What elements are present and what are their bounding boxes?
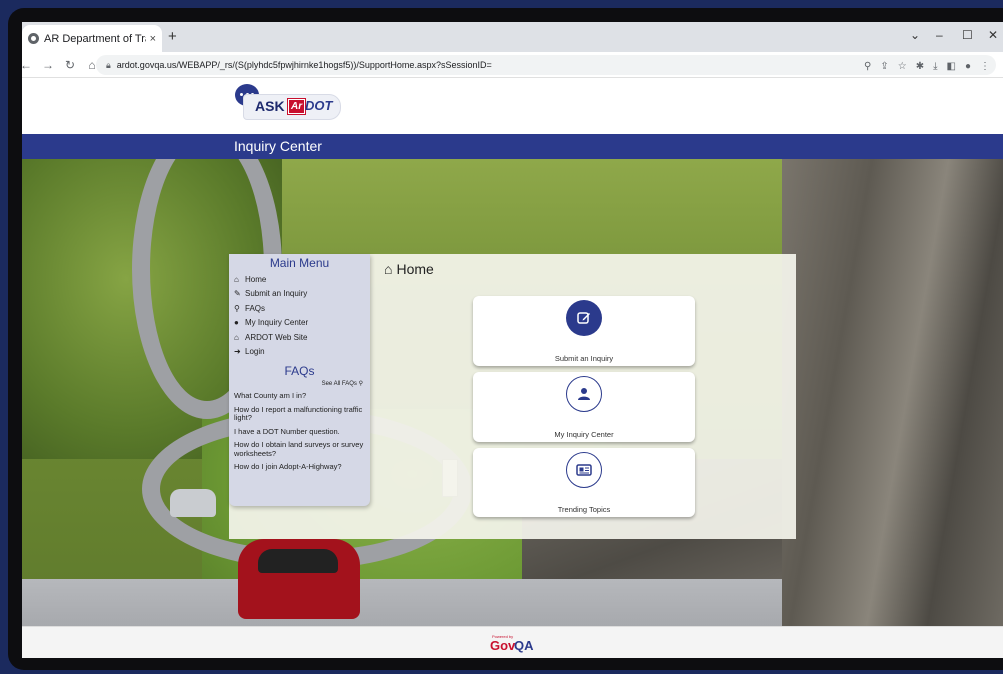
- user-icon: [566, 376, 602, 412]
- title-bar: Inquiry Center: [22, 134, 1003, 159]
- home-icon: ⌂: [234, 275, 239, 284]
- menu-item-login[interactable]: ➜ Login: [229, 345, 370, 359]
- zoom-icon[interactable]: ⚲: [864, 61, 871, 72]
- maximize-button[interactable]: ☐: [962, 28, 973, 42]
- faq-link[interactable]: How do I obtain land surveys or survey w…: [229, 441, 370, 458]
- menu-item-my-inquiry-center[interactable]: ● My Inquiry Center: [229, 316, 370, 330]
- menu-item-submit-inquiry[interactable]: ✎ Submit an Inquiry: [229, 287, 370, 301]
- address-bar[interactable]: 🔒︎ ardot.govqa.us/WEBAPP/_rs/(S(plyhdc5f…: [96, 55, 996, 75]
- tab-strip: AR Department of Transp × + ⌄ – ☐ ✕: [22, 22, 1003, 52]
- close-window-button[interactable]: ✕: [988, 28, 998, 42]
- edit-icon: [566, 300, 602, 336]
- ask-ardot-logo[interactable]: ASK Ar DOT: [235, 84, 345, 124]
- govqa-qa-text: QA: [514, 638, 534, 653]
- minimize-button[interactable]: –: [936, 28, 943, 42]
- share-icon[interactable]: ⇪: [880, 61, 888, 72]
- trending-topics-card[interactable]: Trending Topics: [473, 448, 695, 517]
- browser-toolbar: ← → ↻ ⌂ 🔒︎ ardot.govqa.us/WEBAPP/_rs/(S(…: [22, 52, 1003, 78]
- search-icon: ⚲: [234, 303, 240, 313]
- red-car: [238, 539, 360, 619]
- tab-title: AR Department of Transp: [44, 32, 146, 45]
- landscape-background-image: Main Menu ⌂ Home ✎ Submit an Inquiry ⚲ FAQs…: [22, 159, 1003, 626]
- faqs-heading: FAQs: [284, 364, 315, 379]
- menu-kebab-icon[interactable]: ⋮: [980, 61, 990, 72]
- sign-in-icon: ➜: [234, 346, 241, 356]
- user-icon: ●: [234, 318, 239, 328]
- logo-ask-text: ASK: [255, 98, 285, 114]
- forward-icon[interactable]: →: [40, 58, 56, 72]
- logo-dot-text: DOT: [305, 98, 333, 113]
- bookmark-star-icon[interactable]: ☆: [898, 61, 907, 72]
- faq-link[interactable]: I have a DOT Number question.: [229, 427, 370, 437]
- lock-icon: 🔒︎: [106, 59, 111, 70]
- side-panel-icon[interactable]: ◧: [947, 61, 956, 72]
- profile-icon[interactable]: ●: [965, 61, 971, 72]
- faq-link[interactable]: How do I join Adopt-A-Highway?: [229, 463, 370, 472]
- search-icon: ⚲: [358, 381, 363, 388]
- govqa-gov-text: Gov: [490, 638, 516, 653]
- faq-link[interactable]: What County am I in?: [229, 392, 370, 401]
- my-inquiry-center-card[interactable]: My Inquiry Center: [473, 372, 695, 442]
- newspaper-icon: [566, 452, 602, 488]
- silver-car: [170, 489, 216, 517]
- site-header: ASK Ar DOT: [22, 78, 1003, 134]
- back-icon[interactable]: ←: [22, 58, 34, 72]
- tab-close-icon[interactable]: ×: [150, 33, 156, 45]
- address-bar-actions: ⚲ ⇪ ☆ ✱ ⤓ ◧ ● ⋮: [864, 61, 990, 72]
- card-label: My Inquiry Center: [554, 430, 614, 439]
- see-all-faqs-link[interactable]: See All FAQs ⚲: [229, 380, 370, 387]
- menu-item-home[interactable]: ⌂ Home: [229, 273, 370, 287]
- url-text: ardot.govqa.us/WEBAPP/_rs/(S(plyhdc5fpwj…: [116, 60, 492, 70]
- faq-link[interactable]: How do I report a malfunctioning traffic…: [229, 405, 370, 423]
- home-title: ⌂ Home: [384, 261, 434, 277]
- browser-tab[interactable]: AR Department of Transp ×: [22, 25, 162, 52]
- extensions-icon[interactable]: ✱: [916, 61, 924, 72]
- browser-window: AR Department of Transp × + ⌄ – ☐ ✕ ← → …: [22, 22, 1003, 658]
- download-icon[interactable]: ⤓: [933, 61, 937, 72]
- card-label: Trending Topics: [557, 505, 611, 514]
- logo-ar-text: Ar: [286, 98, 307, 115]
- reload-icon[interactable]: ↻: [62, 58, 78, 72]
- tab-search-button[interactable]: ⌄: [910, 28, 920, 42]
- main-menu-title: Main Menu: [269, 256, 330, 270]
- edit-icon: ✎: [234, 289, 241, 299]
- home-icon: ⌂: [234, 332, 239, 342]
- content-panel: Main Menu ⌂ Home ✎ Submit an Inquiry ⚲ FAQs…: [229, 254, 796, 539]
- page-heading: Inquiry Center: [234, 138, 322, 154]
- menu-item-ardot-web-site[interactable]: ⌂ ARDOT Web Site: [229, 331, 370, 345]
- menu-item-faqs[interactable]: ⚲ FAQs: [229, 302, 370, 316]
- card-label: Submit an Inquiry: [554, 354, 614, 363]
- page-footer: Powered by Gov QA: [22, 626, 1003, 658]
- submit-inquiry-card[interactable]: Submit an Inquiry: [473, 296, 695, 366]
- web-page: ASK Ar DOT Inquiry Center Main Menu ⌂ Ho…: [22, 78, 1003, 658]
- main-menu: Main Menu ⌂ Home ✎ Submit an Inquiry ⚲ FAQs…: [229, 254, 370, 506]
- govqa-logo[interactable]: Powered by Gov QA: [488, 634, 538, 654]
- favicon-icon: [28, 33, 39, 44]
- home-icon: ⌂: [384, 261, 393, 277]
- new-tab-button[interactable]: +: [168, 28, 177, 45]
